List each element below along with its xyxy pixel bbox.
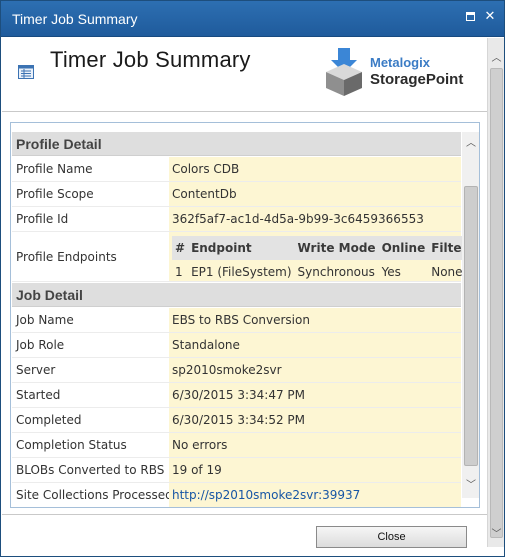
table-cell: Yes [381, 265, 401, 279]
section-heading: Job Detail [16, 287, 83, 303]
table-row: 1 EP1 (FileSystem) Synchronous Yes None [172, 260, 470, 284]
brand-metalogix: Metalogix [370, 55, 430, 70]
field-value: Colors CDB [169, 157, 461, 181]
maximize-icon[interactable] [463, 10, 477, 24]
field-label: Site Collections Processed [12, 483, 173, 507]
row-completion-status: Completion Status No errors [12, 433, 461, 458]
field-label: Started [12, 383, 169, 407]
field-label: BLOBs Converted to RBS [12, 458, 169, 482]
title-bar[interactable]: Timer Job Summary ✕ [1, 1, 504, 37]
window-title: Timer Job Summary [12, 11, 138, 27]
field-label: Completion Status [12, 433, 169, 457]
table-header-row: # Endpoint Write Mode Online Filter [172, 236, 471, 260]
field-value: ContentDb [169, 182, 461, 206]
field-label: Profile Scope [12, 182, 169, 206]
section-job-detail: Job Detail [12, 283, 461, 307]
field-label: Profile Id [12, 207, 169, 231]
row-completed: Completed 6/30/2015 3:34:52 PM [12, 408, 461, 433]
table-cell: Synchronous [297, 265, 375, 279]
field-value: EBS to RBS Conversion [169, 308, 461, 332]
row-started: Started 6/30/2015 3:34:47 PM [12, 383, 461, 408]
scroll-up-icon[interactable]: ︿ [490, 52, 503, 66]
scroll-down-icon[interactable]: ﹀ [490, 528, 503, 542]
column-header: # [172, 236, 189, 260]
row-site-collections: Site Collections Processed http://sp2010… [12, 483, 461, 507]
panel-scrollbar[interactable]: ︿ ﹀ [462, 132, 479, 498]
field-label: Profile Endpoints [12, 232, 169, 281]
dialog-window: Timer Job Summary ✕ Timer Job Summary Me… [0, 0, 505, 557]
row-blobs-converted: BLOBs Converted to RBS 19 of 19 [12, 458, 461, 483]
list-icon [18, 65, 34, 79]
section-profile-detail: Profile Detail [12, 132, 461, 156]
field-value: No errors [169, 433, 461, 457]
dialog-header: Timer Job Summary Metalogix StoragePoint [2, 38, 487, 111]
row-job-name: Job Name EBS to RBS Conversion [12, 308, 461, 333]
table-cell: EP1 (FileSystem) [191, 265, 292, 279]
field-value: sp2010smoke2svr [169, 358, 461, 382]
header-divider [2, 111, 487, 112]
scroll-down-icon[interactable]: ﹀ [464, 478, 478, 494]
site-collection-link[interactable]: http://sp2010smoke2svr:39937 [172, 488, 360, 502]
scroll-thumb[interactable] [490, 68, 503, 538]
field-value: 19 of 19 [169, 458, 461, 482]
row-profile-id: Profile Id 362f5af7-ac1d-4d5a-9b99-3c645… [12, 207, 461, 232]
field-value: 6/30/2015 3:34:52 PM [169, 408, 461, 432]
footer-divider [2, 514, 487, 515]
field-value-cell: http://sp2010smoke2svr:39937 [169, 483, 461, 507]
field-label: Server [12, 358, 169, 382]
close-icon[interactable]: ✕ [483, 10, 497, 24]
field-value: 6/30/2015 3:34:47 PM [169, 383, 461, 407]
row-server: Server sp2010smoke2svr [12, 358, 461, 383]
row-profile-name: Profile Name Colors CDB [12, 157, 461, 182]
row-profile-endpoints: Profile Endpoints # Endpoint Write Mode … [12, 232, 471, 282]
page-title: Timer Job Summary [50, 47, 251, 72]
endpoints-cell: # Endpoint Write Mode Online Filter 1 EP… [169, 232, 471, 281]
field-label: Completed [12, 408, 169, 432]
row-profile-scope: Profile Scope ContentDb [12, 182, 461, 207]
column-header: Online [378, 236, 429, 260]
summary-panel: Profile Detail Profile Name Colors CDB P… [10, 122, 480, 508]
field-label: Job Name [12, 308, 169, 332]
column-header: Endpoint [188, 236, 295, 260]
dialog-scrollbar[interactable]: ︿ ﹀ [487, 38, 504, 547]
field-label: Job Role [12, 333, 169, 357]
close-button[interactable]: Close [316, 526, 467, 548]
scroll-up-icon[interactable]: ︿ [464, 136, 478, 152]
field-label: Profile Name [12, 157, 169, 181]
field-value: 362f5af7-ac1d-4d5a-9b99-3c6459366553 [169, 207, 461, 231]
row-job-role: Job Role Standalone [12, 333, 461, 358]
panel-scroll-thumb[interactable] [464, 186, 478, 466]
brand-storagepoint: StoragePoint [370, 71, 464, 88]
endpoints-table: # Endpoint Write Mode Online Filter 1 EP… [172, 236, 471, 284]
column-header: Write Mode [294, 236, 379, 260]
section-heading: Profile Detail [16, 136, 102, 152]
table-cell: 1 [175, 265, 183, 279]
field-value: Standalone [169, 333, 461, 357]
storagepoint-logo: Metalogix StoragePoint [324, 46, 474, 101]
storagepoint-logo-icon [326, 48, 362, 96]
